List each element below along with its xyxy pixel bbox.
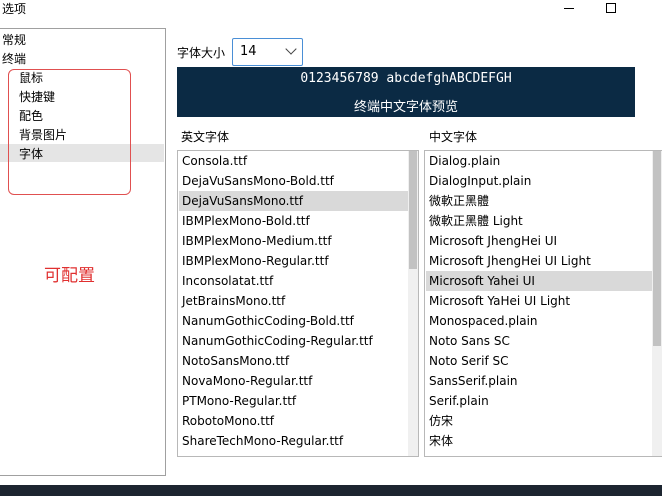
list-item[interactable]: NotoSansMono.ttf: [179, 351, 408, 371]
list-item[interactable]: IBMPlexMono-Regular.ttf: [179, 251, 408, 271]
maximize-icon: [606, 3, 616, 13]
list-item[interactable]: DialogInput.plain: [426, 171, 653, 191]
english-font-list[interactable]: Consola.ttf DejaVuSansMono-Bold.ttf Deja…: [177, 150, 419, 457]
english-list-scrollbar[interactable]: [408, 151, 418, 456]
list-item[interactable]: RobotoMono.ttf: [179, 411, 408, 431]
font-size-label: 字体大小: [177, 46, 226, 60]
title-bar: 选项: [0, 0, 662, 30]
scrollbar-thumb[interactable]: [653, 151, 661, 346]
list-item[interactable]: DejaVuSansMono-Bold.ttf: [179, 171, 408, 191]
font-preview: 0123456789 abcdefghABCDEFGH 终端中文字体预览: [177, 67, 635, 117]
chinese-font-label: 中文字体: [429, 130, 478, 144]
font-size-select[interactable]: 14: [232, 38, 303, 66]
list-item[interactable]: SansSerif.plain: [426, 371, 653, 391]
list-item[interactable]: NanumGothicCoding-Regular.ttf: [179, 331, 408, 351]
list-item[interactable]: IBMPlexMono-Medium.ttf: [179, 231, 408, 251]
scrollbar-thumb[interactable]: [409, 151, 417, 269]
tree-item-general[interactable]: 常规: [2, 31, 26, 48]
preview-latin-text: 0123456789 abcdefghABCDEFGH: [300, 71, 512, 86]
list-item[interactable]: IBMPlexMono-Bold.ttf: [179, 211, 408, 231]
chinese-font-list[interactable]: Dialog.plain DialogInput.plain 微軟正黑體 微軟正…: [424, 150, 662, 457]
preview-chinese-text: 终端中文字体预览: [353, 100, 458, 115]
list-item[interactable]: 微軟正黑體 Light: [426, 211, 653, 231]
list-item[interactable]: 仿宋: [426, 411, 653, 431]
list-item[interactable]: Dialog.plain: [426, 151, 653, 171]
list-item-selected[interactable]: DejaVuSansMono.ttf: [179, 191, 408, 211]
list-item[interactable]: Consola.ttf: [179, 151, 408, 171]
chinese-list-scrollbar[interactable]: [652, 151, 662, 456]
settings-tree: 常规 终端 鼠标 快捷键 配色 背景图片 字体 可配置: [0, 28, 166, 476]
list-item[interactable]: Serif.plain: [426, 391, 653, 411]
maximize-button[interactable]: [588, 0, 634, 16]
minimize-icon: [564, 7, 574, 9]
chevron-down-icon: [285, 43, 297, 55]
minimize-button[interactable]: [546, 0, 592, 16]
list-item[interactable]: Noto Serif SC: [426, 351, 653, 371]
list-item[interactable]: ShareTechMono-Regular.ttf: [179, 431, 408, 451]
list-item[interactable]: 微軟正黑體: [426, 191, 653, 211]
english-font-label: 英文字体: [181, 130, 230, 144]
list-item-selected[interactable]: Microsoft Yahei UI: [426, 271, 653, 291]
list-item[interactable]: NanumGothicCoding-Bold.ttf: [179, 311, 408, 331]
taskbar-strip: [0, 485, 662, 496]
list-item[interactable]: PTMono-Regular.ttf: [179, 391, 408, 411]
list-item[interactable]: 宋体: [426, 431, 653, 451]
font-size-value: 14: [240, 44, 257, 59]
tree-item-terminal[interactable]: 终端: [2, 50, 26, 67]
list-item[interactable]: Inconsolatat.ttf: [179, 271, 408, 291]
list-item[interactable]: Microsoft YaHei UI Light: [426, 291, 653, 311]
window-title: 选项: [2, 2, 27, 16]
list-item[interactable]: JetBrainsMono.ttf: [179, 291, 408, 311]
list-item[interactable]: Noto Sans SC: [426, 331, 653, 351]
list-item[interactable]: Monospaced.plain: [426, 311, 653, 331]
annotation-box: [8, 69, 131, 195]
list-item[interactable]: NovaMono-Regular.ttf: [179, 371, 408, 391]
list-item[interactable]: Microsoft JhengHei UI: [426, 231, 653, 251]
configurable-annotation: 可配置: [44, 266, 95, 286]
list-item[interactable]: Microsoft JhengHei UI Light: [426, 251, 653, 271]
